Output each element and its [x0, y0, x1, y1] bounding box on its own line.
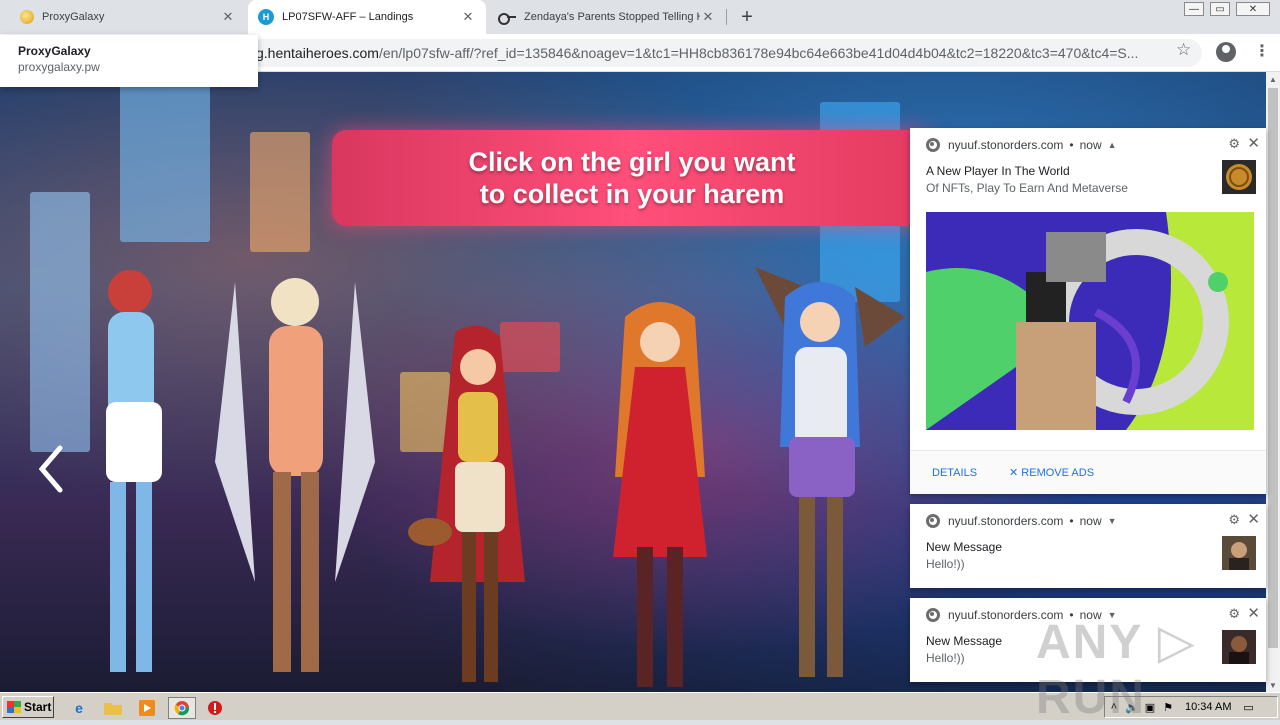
notification-nft[interactable]: nyuuf.stonorders.com • now ▲ ⚙ ✕ A New P…: [910, 128, 1266, 494]
notification-origin: nyuuf.stonorders.com: [948, 514, 1064, 528]
tab-hover-card: ProxyGalaxy proxygalaxy.pw: [0, 35, 258, 87]
close-tab-icon[interactable]: ✕: [700, 9, 716, 25]
bitcoin-thumbnail-icon: [1222, 160, 1256, 194]
banner-text: Click on the girl you want to collect in…: [468, 147, 796, 209]
chrome-taskbar-icon[interactable]: [168, 697, 196, 719]
character-red-hood[interactable]: [400, 322, 550, 692]
tab-landings[interactable]: H LP07SFW-AFF – Landings ✕: [248, 0, 486, 34]
character-maid[interactable]: [70, 252, 200, 692]
close-icon[interactable]: ✕: [1247, 134, 1260, 152]
gear-icon[interactable]: ⚙: [1228, 136, 1240, 152]
tab-title: Zendaya's Parents Stopped Telling H: [524, 11, 700, 23]
start-button[interactable]: Start: [2, 696, 54, 718]
gear-icon[interactable]: ⚙: [1228, 512, 1240, 528]
key-favicon-icon: [498, 12, 516, 25]
chrome-icon: [926, 138, 940, 152]
separator-dot: •: [1069, 514, 1074, 528]
instruction-banner: Click on the girl you want to collect in…: [332, 130, 932, 226]
character-angel[interactable]: [215, 262, 375, 692]
notification-title: A New Player In The World: [926, 164, 1070, 178]
tab-zendaya[interactable]: Zendaya's Parents Stopped Telling H ✕: [488, 0, 726, 34]
tab-strip: ProxyGalaxy ✕ H LP07SFW-AFF – Landings ✕…: [0, 0, 1280, 34]
notification-body: Of NFTs, Play To Earn And Metaverse: [926, 181, 1128, 195]
details-button[interactable]: DETAILS: [932, 467, 977, 479]
start-label: Start: [24, 700, 52, 714]
tab-proxygalaxy[interactable]: ProxyGalaxy ✕: [10, 0, 246, 34]
new-tab-button[interactable]: +: [736, 6, 758, 28]
close-icon[interactable]: ✕: [1247, 510, 1260, 528]
notification-origin: nyuuf.stonorders.com: [948, 138, 1064, 152]
address-path: /en/lp07sfw-aff/?ref_id=135846&noagev=1&…: [378, 45, 1139, 61]
address-domain: g.hentaiheroes.com: [256, 45, 379, 61]
notification-message-1[interactable]: nyuuf.stonorders.com • now ▼ ⚙ ✕ New Mes…: [910, 504, 1266, 588]
hover-card-url: proxygalaxy.pw: [18, 60, 100, 74]
scroll-thumb[interactable]: [1268, 88, 1278, 648]
internet-explorer-icon[interactable]: e: [68, 697, 90, 719]
close-tab-icon[interactable]: ✕: [460, 9, 476, 25]
chevron-up-icon[interactable]: ▲: [1108, 140, 1117, 150]
notification-time: now: [1079, 138, 1102, 152]
notification-hero-image: [926, 212, 1254, 430]
notification-header: nyuuf.stonorders.com • now ▼: [926, 514, 1117, 528]
anyrun-watermark: ANY ▷ RUN: [1036, 616, 1197, 724]
tab-separator: [726, 9, 727, 25]
scroll-up-icon[interactable]: ▲: [1266, 72, 1280, 86]
windows-logo-icon: [7, 701, 21, 713]
chevron-down-icon[interactable]: ▼: [1108, 516, 1117, 526]
avatar-thumbnail-icon: [1222, 536, 1256, 570]
address-bar[interactable]: g.hentaiheroes.com/en/lp07sfw-aff/?ref_i…: [248, 39, 1202, 67]
character-blue-hair[interactable]: [745, 247, 910, 687]
folder-icon[interactable]: [102, 697, 124, 719]
notification-body: Hello!)): [926, 651, 965, 665]
media-player-icon[interactable]: [136, 697, 158, 719]
proxygalaxy-favicon-icon: [20, 10, 34, 24]
separator-dot: •: [1069, 138, 1074, 152]
tab-title: ProxyGalaxy: [42, 11, 105, 23]
character-red-dress[interactable]: [595, 297, 725, 692]
page-scrollbar[interactable]: ▲ ▼: [1266, 72, 1280, 692]
previous-arrow-icon[interactable]: [36, 444, 66, 494]
notification-title: New Message: [926, 634, 1003, 648]
notification-title: New Message: [926, 540, 1003, 554]
background-sign: [250, 132, 310, 252]
notification-body: Hello!)): [926, 557, 965, 571]
minimize-button[interactable]: —: [1184, 2, 1204, 16]
hentaiheroes-favicon-icon: H: [258, 9, 274, 25]
chrome-icon: [926, 514, 940, 528]
close-window-button[interactable]: ✕: [1236, 2, 1270, 16]
bookmark-star-icon[interactable]: ☆: [1176, 40, 1191, 60]
tab-title: LP07SFW-AFF – Landings: [282, 11, 414, 23]
hover-card-title: ProxyGalaxy: [18, 44, 91, 58]
account-avatar-icon[interactable]: [1216, 42, 1236, 62]
notification-time: now: [1079, 514, 1102, 528]
maximize-button[interactable]: ▭: [1210, 2, 1230, 16]
remove-ads-button[interactable]: ✕ REMOVE ADS: [1009, 466, 1094, 479]
chrome-icon: [926, 608, 940, 622]
notification-header: nyuuf.stonorders.com • now ▲: [926, 138, 1117, 152]
background-sign: [120, 82, 210, 242]
stop-icon[interactable]: [204, 697, 226, 719]
notification-actions: DETAILS ✕ REMOVE ADS: [910, 450, 1266, 494]
more-menu-icon[interactable]: ⋮: [1254, 41, 1270, 61]
close-tab-icon[interactable]: ✕: [220, 9, 236, 25]
